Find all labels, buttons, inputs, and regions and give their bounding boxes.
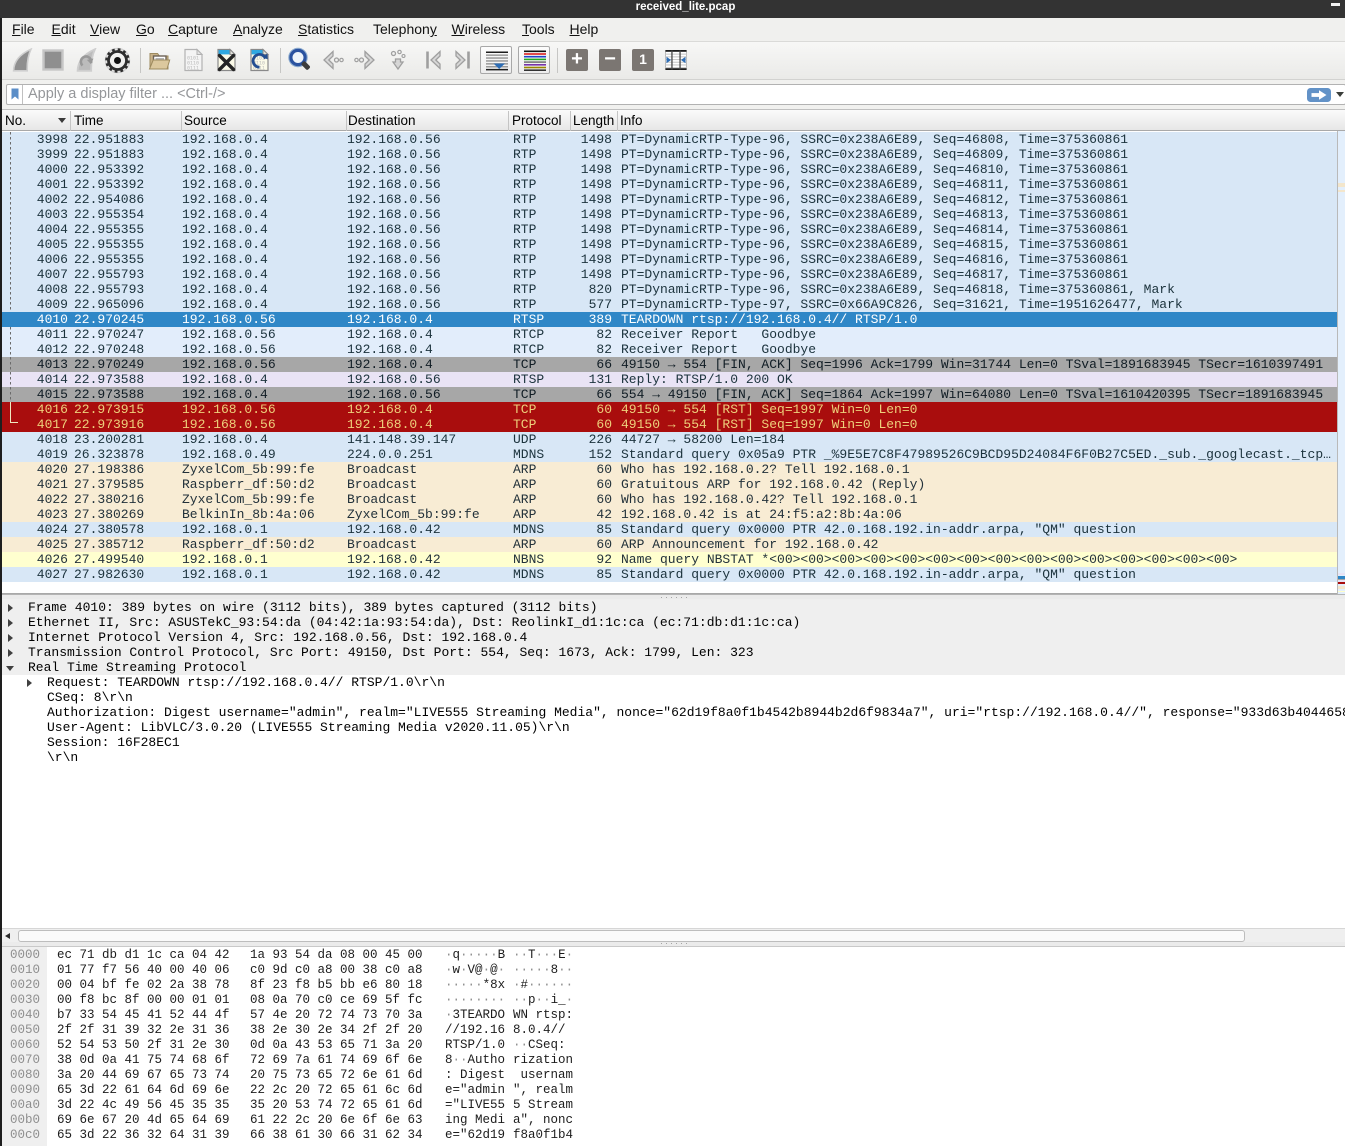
svg-text:0111: 0111 — [187, 66, 199, 72]
